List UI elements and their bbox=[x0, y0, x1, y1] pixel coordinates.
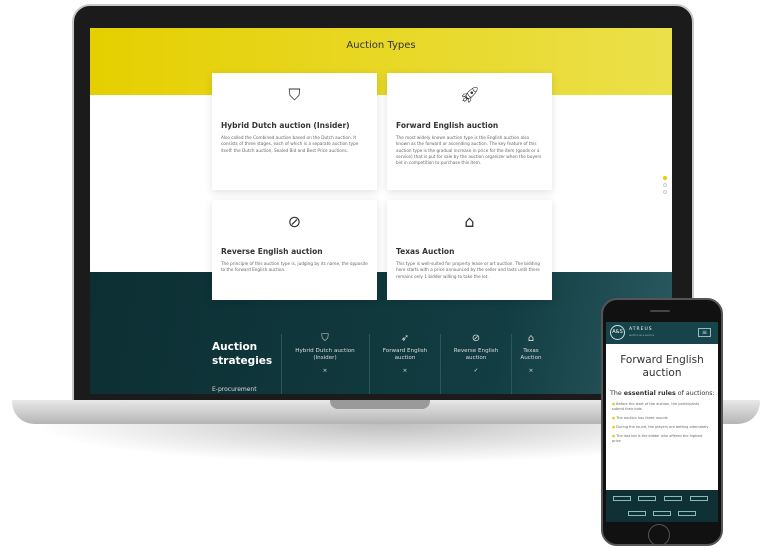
logo[interactable]: A&S bbox=[610, 325, 625, 340]
strategies-section bbox=[90, 272, 672, 394]
col-label: Hybrid Dutch auction (Insider) bbox=[295, 348, 355, 361]
page-title: Auction Types bbox=[346, 40, 416, 51]
flow-box bbox=[678, 511, 696, 516]
phone-home-button[interactable] bbox=[648, 524, 670, 546]
card-text: Also called the Combined auction based o… bbox=[221, 135, 359, 153]
menu-icon[interactable]: ≡ bbox=[698, 328, 711, 337]
col-label: Texas Auction bbox=[520, 348, 542, 361]
phone-header: A&S ATREUS auction as a service ≡ bbox=[606, 322, 718, 344]
cell-mark: × bbox=[322, 368, 328, 374]
card-title: Texas Auction bbox=[396, 247, 455, 256]
strategy-col-reverse: ⊘ Reverse English auction ✓ bbox=[444, 333, 508, 375]
divider bbox=[369, 334, 370, 394]
divider bbox=[440, 334, 441, 394]
card-text: The principle of this auction type is, j… bbox=[221, 261, 368, 273]
laptop-screen: Auction Types ⛉ Hybrid Dutch auction (In… bbox=[90, 28, 672, 394]
phone-speaker bbox=[650, 310, 670, 312]
divider bbox=[511, 334, 512, 394]
card-texas: ⌂ Texas Auction This type is well-suited… bbox=[387, 200, 552, 300]
falling-rocket-icon: ⊘ bbox=[471, 333, 481, 344]
flow-box bbox=[638, 496, 656, 501]
rule-item: ● The last bid is the bidder who offered… bbox=[612, 434, 703, 443]
card-forward-english: 🚀︎ Forward English auction The most wide… bbox=[387, 73, 552, 190]
rule-item: ● The auction has three rounds bbox=[612, 416, 668, 420]
cell-mark: ✓ bbox=[473, 368, 479, 374]
rule-item: ● Before the start of the auction, the p… bbox=[612, 402, 700, 411]
phone-screen: A&S ATREUS auction as a service ≡ Forwar… bbox=[606, 322, 718, 522]
flow-box bbox=[653, 511, 671, 516]
brand-subtitle: auction as a service bbox=[629, 334, 654, 337]
flow-box bbox=[664, 496, 682, 501]
shield-icon: ⛉ bbox=[321, 333, 329, 344]
falling-rocket-icon: ⊘ bbox=[287, 212, 302, 231]
flow-box bbox=[690, 496, 708, 501]
capsule-icon: ⌂ bbox=[464, 212, 475, 231]
card-hybrid-dutch: ⛉ Hybrid Dutch auction (Insider) Also ca… bbox=[212, 73, 377, 190]
cell-mark: × bbox=[528, 368, 534, 374]
header-band bbox=[90, 28, 672, 95]
flow-box bbox=[613, 496, 631, 501]
brand-name: ATREUS bbox=[629, 327, 653, 332]
cell-mark: × bbox=[402, 368, 408, 374]
card-text: This type is well-suited for property le… bbox=[396, 261, 540, 279]
strategy-col-texas: ⌂ Texas Auction × bbox=[514, 333, 548, 375]
rule-item: ● During the round, the players are bett… bbox=[612, 425, 709, 429]
laptop-notch bbox=[330, 400, 430, 409]
card-reverse-english: ⊘ Reverse English auction The principle … bbox=[212, 200, 377, 300]
strategies-title: Auction strategies bbox=[212, 341, 273, 367]
phone-flow-section bbox=[606, 490, 718, 522]
strategy-col-hybrid: ⛉ Hybrid Dutch auction (Insider) × bbox=[285, 333, 365, 375]
scroll-dots[interactable] bbox=[663, 176, 667, 198]
rules-title: The essential rules of auctions: bbox=[610, 390, 715, 397]
phone-heading: Forward English auction bbox=[620, 354, 704, 379]
col-label: Forward English auction bbox=[382, 348, 428, 361]
card-title: Hybrid Dutch auction (Insider) bbox=[221, 121, 350, 130]
rocket-icon: ➶ bbox=[400, 333, 410, 344]
shield-icon: ⛉ bbox=[288, 85, 301, 104]
capsule-icon: ⌂ bbox=[527, 333, 535, 344]
col-label: Reverse English auction bbox=[453, 348, 499, 361]
flow-box bbox=[628, 511, 646, 516]
strategy-col-forward: ➶ Forward English auction × bbox=[373, 333, 437, 375]
rules-list: ● Before the start of the auction, the p… bbox=[612, 402, 712, 444]
row-label: E-procurement bbox=[212, 386, 257, 393]
rocket-icon: 🚀︎ bbox=[459, 85, 480, 104]
card-title: Reverse English auction bbox=[221, 247, 323, 256]
card-title: Forward English auction bbox=[396, 121, 499, 130]
card-text: The most widely known auction type is th… bbox=[396, 135, 542, 166]
divider bbox=[281, 334, 282, 394]
